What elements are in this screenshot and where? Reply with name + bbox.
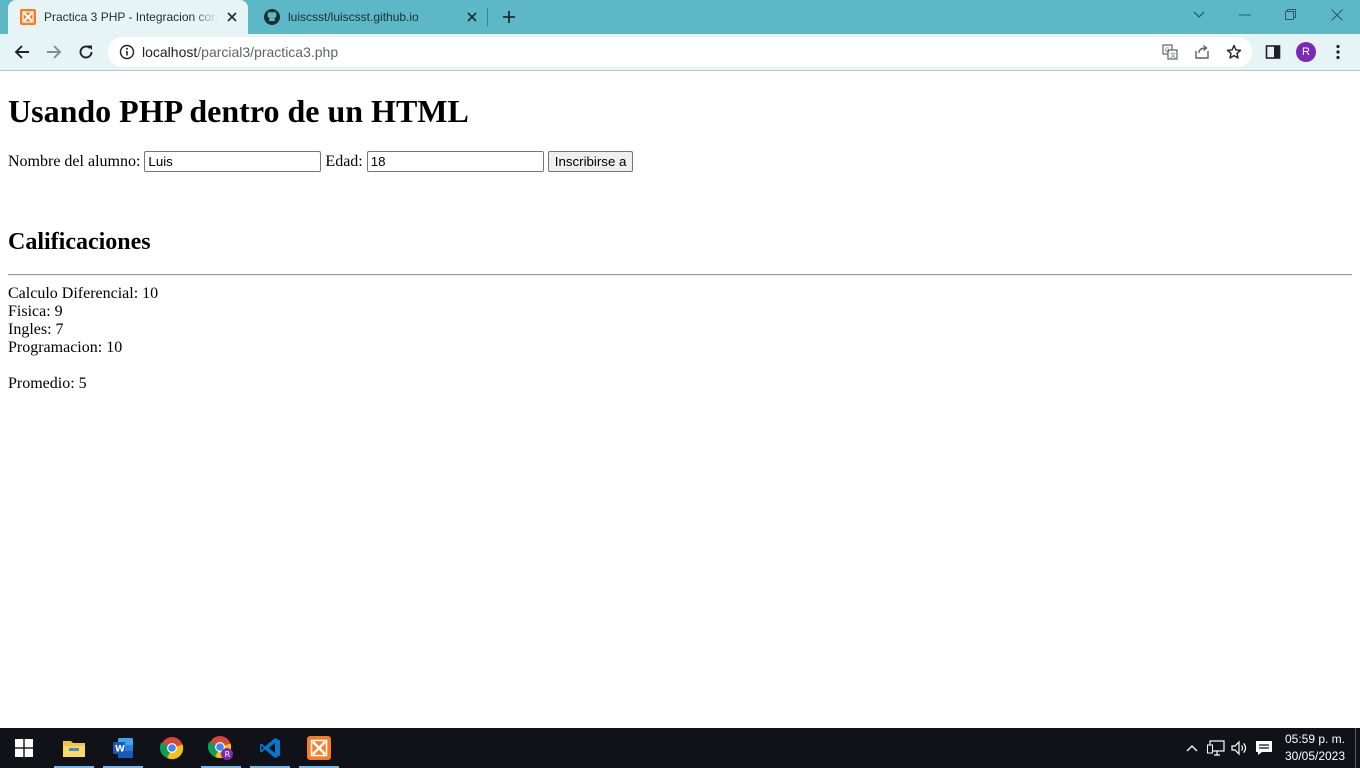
side-panel-icon bbox=[1265, 45, 1281, 59]
page-content: Usando PHP dentro de un HTML Nombre del … bbox=[0, 71, 1360, 728]
age-input[interactable] bbox=[366, 151, 544, 172]
clock-time: 05:59 p. m. bbox=[1284, 732, 1346, 746]
tab-separator bbox=[487, 8, 488, 26]
show-hidden-icons-button[interactable] bbox=[1182, 738, 1202, 758]
taskbar-xampp[interactable] bbox=[299, 728, 339, 768]
page-title: Usando PHP dentro de un HTML bbox=[8, 93, 469, 129]
profile-avatar[interactable]: R bbox=[1296, 42, 1316, 62]
arrow-left-icon bbox=[14, 45, 29, 59]
svg-text:R: R bbox=[225, 750, 231, 759]
taskbar-file-explorer[interactable] bbox=[54, 728, 94, 768]
restore-button[interactable] bbox=[1268, 0, 1314, 30]
close-window-button[interactable] bbox=[1314, 0, 1360, 30]
start-icon bbox=[15, 739, 33, 757]
minimize-icon bbox=[1239, 14, 1251, 16]
tab-title: luiscsst/luiscsst.github.io bbox=[288, 10, 419, 24]
browser-menu-button[interactable] bbox=[1324, 38, 1352, 66]
svg-text:W: W bbox=[115, 745, 125, 755]
back-button[interactable] bbox=[8, 38, 36, 66]
tab-github[interactable]: luiscsst/luiscsst.github.io bbox=[252, 0, 488, 34]
grade-item: Programacion: 10 bbox=[8, 339, 123, 356]
reload-button[interactable] bbox=[72, 38, 100, 66]
reload-icon bbox=[79, 45, 93, 59]
translate-icon[interactable]: G文 bbox=[1160, 42, 1180, 62]
enroll-button[interactable]: Inscribirse a bbox=[547, 151, 634, 172]
share-icon[interactable] bbox=[1192, 42, 1212, 62]
grade-list: Calculo Diferencial: 10 Fisica: 9 Ingles… bbox=[8, 285, 158, 357]
volume-icon[interactable] bbox=[1230, 738, 1250, 758]
close-tab-icon[interactable] bbox=[222, 7, 242, 27]
windows-taskbar: W R 05:59 p. m. 30/05/2023 bbox=[0, 728, 1360, 768]
taskbar-chrome-profile[interactable]: R bbox=[201, 728, 241, 768]
address-bar[interactable]: localhost/parcial3/practica3.php G文 bbox=[108, 37, 1252, 67]
chevron-down-icon bbox=[1193, 11, 1205, 18]
close-tab-icon[interactable] bbox=[462, 7, 482, 27]
enrollment-form: Nombre del alumno: Edad: Inscribirse a bbox=[8, 151, 634, 172]
grade-item: Ingles: 7 bbox=[8, 321, 64, 338]
name-label: Nombre del alumno: bbox=[8, 152, 141, 170]
taskbar-word[interactable]: W bbox=[103, 728, 143, 768]
browser-tab-strip: Practica 3 PHP - Integracion con luiscss… bbox=[0, 0, 1360, 34]
arrow-right-icon bbox=[47, 45, 62, 59]
taskbar-chrome[interactable] bbox=[152, 728, 192, 768]
xampp-icon bbox=[20, 9, 36, 25]
tab-practica3[interactable]: Practica 3 PHP - Integracion con bbox=[8, 0, 248, 34]
start-button[interactable] bbox=[4, 728, 44, 768]
svg-text:文: 文 bbox=[1170, 52, 1176, 60]
tab-title: Practica 3 PHP - Integracion con bbox=[44, 10, 218, 24]
vscode-icon bbox=[260, 738, 280, 758]
clock-date: 30/05/2023 bbox=[1284, 749, 1346, 763]
github-icon bbox=[264, 9, 280, 25]
word-icon: W bbox=[113, 738, 133, 758]
restore-icon bbox=[1285, 9, 1296, 20]
taskbar-vscode[interactable] bbox=[250, 728, 290, 768]
browser-toolbar: localhost/parcial3/practica3.php G文 R bbox=[0, 34, 1360, 70]
url-path: /parcial3/practica3.php bbox=[197, 44, 339, 60]
grades-heading: Calificaciones bbox=[8, 229, 151, 255]
notifications-icon[interactable] bbox=[1254, 738, 1274, 758]
horizontal-rule bbox=[8, 274, 1352, 276]
chrome-icon bbox=[160, 737, 184, 760]
show-desktop-button[interactable] bbox=[1355, 728, 1356, 768]
url-host: localhost bbox=[142, 44, 198, 60]
bookmark-star-icon[interactable] bbox=[1224, 42, 1244, 62]
side-panel-button[interactable] bbox=[1259, 38, 1287, 66]
network-icon[interactable] bbox=[1206, 738, 1226, 758]
minimize-button[interactable] bbox=[1222, 0, 1268, 30]
taskbar-clock[interactable]: 05:59 p. m. 30/05/2023 bbox=[1280, 731, 1350, 765]
chevron-up-icon bbox=[1186, 745, 1198, 752]
new-tab-button[interactable] bbox=[497, 5, 521, 29]
age-label: Edad: bbox=[325, 152, 363, 170]
info-icon[interactable] bbox=[119, 44, 135, 65]
xampp-icon bbox=[307, 736, 331, 760]
kebab-menu-icon bbox=[1336, 44, 1340, 60]
grade-item: Fisica: 9 bbox=[8, 303, 63, 320]
plus-icon bbox=[503, 11, 515, 23]
chrome-profile-icon: R bbox=[208, 736, 233, 760]
file-explorer-icon bbox=[63, 741, 85, 757]
url-text: localhost/parcial3/practica3.php bbox=[142, 44, 338, 60]
grade-item: Calculo Diferencial: 10 bbox=[8, 285, 159, 302]
name-input[interactable] bbox=[144, 151, 322, 172]
tab-search-button[interactable] bbox=[1176, 0, 1222, 30]
average-text: Promedio: 5 bbox=[8, 375, 87, 392]
close-icon bbox=[1331, 9, 1343, 21]
forward-button[interactable] bbox=[40, 38, 68, 66]
